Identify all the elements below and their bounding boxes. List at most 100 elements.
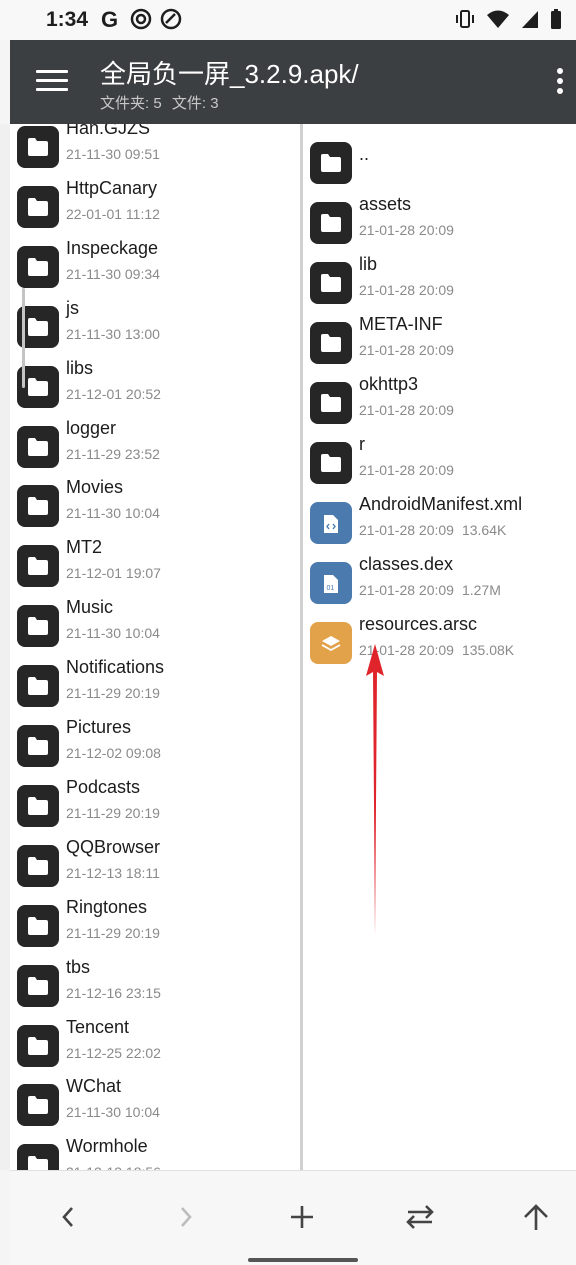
- right-file-pane[interactable]: .. assets 21-01-28 20:09 lib 21-01-28 20:09 M…: [303, 124, 576, 1170]
- more-options-icon[interactable]: [554, 68, 566, 98]
- menu-icon[interactable]: [36, 70, 68, 94]
- list-item[interactable]: Inspeckage 21-11-30 09:34: [10, 236, 300, 296]
- item-date: 21-12-25 22:02: [66, 1044, 161, 1061]
- item-meta: 21-11-29 23:52: [66, 446, 160, 462]
- item-date: 21-12-01 19:07: [66, 565, 161, 582]
- arrow-up-icon: [524, 1204, 548, 1230]
- item-date: 21-01-28 20:09: [359, 342, 454, 358]
- svg-text:01: 01: [327, 585, 335, 592]
- item-name: WChat: [66, 1076, 122, 1097]
- item-size: 135.08K: [461, 642, 515, 658]
- status-bar: 1:34 G: [0, 0, 576, 40]
- item-meta: 21-12-01 19:07: [66, 565, 161, 581]
- back-button[interactable]: [48, 1197, 88, 1237]
- item-date: 22-01-01 11:12: [66, 205, 160, 222]
- item-name: AndroidManifest.xml: [359, 494, 523, 514]
- folder-icon: [17, 784, 59, 827]
- folder-icon: [310, 142, 352, 184]
- item-meta: 21-12-25 22:02: [66, 1045, 161, 1061]
- list-item[interactable]: AndroidManifest.xml 21-01-28 20:09 13.64K: [303, 492, 576, 552]
- list-item[interactable]: libs 21-12-01 20:52: [10, 356, 300, 416]
- list-item[interactable]: assets 21-01-28 20:09: [303, 192, 576, 252]
- battery-icon: [551, 9, 561, 29]
- list-item[interactable]: logger 21-11-29 23:52: [10, 416, 300, 476]
- file-count: 文件: 3: [171, 95, 219, 112]
- item-meta: 21-12-13 18:11: [66, 865, 160, 881]
- item-name: Wormhole: [66, 1136, 148, 1157]
- list-item[interactable]: tbs 21-12-16 23:15: [10, 955, 300, 1015]
- swap-panes-button[interactable]: [400, 1197, 440, 1237]
- list-item[interactable]: MT2 21-12-01 19:07: [10, 535, 300, 595]
- scrollbar[interactable]: [22, 288, 25, 388]
- left-file-pane[interactable]: Han.GJZS 21-11-30 09:51 HttpCanary 22-01-01…: [10, 124, 300, 1170]
- folder-icon: [310, 202, 352, 244]
- list-item[interactable]: Podcasts 21-11-29 20:19: [10, 775, 300, 835]
- list-item[interactable]: Music 21-11-30 10:04: [10, 595, 300, 655]
- vibrate-icon: [456, 10, 474, 28]
- list-item[interactable]: js 21-11-30 13:00: [10, 296, 300, 356]
- bottom-toolbar: [10, 1170, 576, 1265]
- folder-icon: [17, 245, 59, 288]
- list-item[interactable]: WChat 21-11-30 10:04: [10, 1074, 300, 1134]
- item-date: 21-01-28 20:09: [359, 222, 454, 238]
- parent-directory-button[interactable]: [516, 1197, 556, 1237]
- list-item[interactable]: Han.GJZS 21-11-30 09:51: [10, 124, 300, 176]
- folder-icon: [17, 1144, 59, 1170]
- folder-icon: [17, 425, 59, 468]
- hotspot-icon: [130, 8, 152, 30]
- list-item[interactable]: 01 classes.dex 21-01-28 20:09 1.27M: [303, 552, 576, 612]
- item-name: MT2: [66, 537, 102, 558]
- list-item[interactable]: META-INF 21-01-28 20:09: [303, 312, 576, 372]
- arsc-file-icon: [310, 622, 352, 664]
- item-meta: 21-01-28 20:09 13.64K: [359, 522, 506, 538]
- item-name: Pictures: [66, 717, 132, 737]
- item-date: 21-11-30 10:04: [66, 625, 160, 642]
- item-meta: 21-12-16 23:15: [66, 985, 161, 1001]
- item-name: HttpCanary: [66, 177, 158, 198]
- item-size: 13.64K: [461, 522, 507, 538]
- folder-icon: [310, 382, 352, 424]
- item-name: logger: [66, 417, 117, 438]
- list-item[interactable]: Tencent 21-12-25 22:02: [10, 1015, 300, 1075]
- folder-icon: [310, 322, 352, 364]
- item-meta: 21-01-28 20:09: [359, 462, 462, 478]
- item-name: okhttp3: [359, 374, 419, 394]
- item-name: classes.dex: [359, 554, 454, 574]
- google-icon: G: [101, 8, 118, 30]
- item-date: 21-11-30 09:34: [66, 265, 160, 282]
- item-name: Movies: [66, 477, 124, 498]
- list-item[interactable]: resources.arsc 21-01-28 20:09 135.08K: [303, 612, 576, 672]
- status-notification-icons: G: [100, 8, 182, 30]
- signal-icon: [522, 11, 538, 28]
- item-date: 21-11-30 09:51: [66, 146, 160, 162]
- dex-file-icon: 01: [310, 562, 352, 604]
- list-item[interactable]: Pictures 21-12-02 09:08: [10, 715, 300, 775]
- list-item[interactable]: Ringtones 21-11-29 20:19: [10, 895, 300, 955]
- item-name: libs: [66, 357, 94, 378]
- list-item[interactable]: okhttp3 21-01-28 20:09: [303, 372, 576, 432]
- item-name: resources.arsc: [359, 614, 478, 634]
- forward-button[interactable]: [166, 1197, 206, 1237]
- gesture-nav-handle[interactable]: [248, 1258, 358, 1262]
- item-meta: 21-11-30 13:00: [66, 326, 160, 342]
- add-button[interactable]: [282, 1197, 322, 1237]
- list-item[interactable]: ..: [303, 132, 576, 192]
- list-item[interactable]: Wormhole21-12-13 18:56: [10, 1134, 300, 1170]
- item-date: 21-01-28 20:09: [359, 402, 454, 418]
- item-name: Music: [66, 597, 114, 618]
- item-date: 21-01-28 20:09: [359, 522, 454, 538]
- list-item[interactable]: HttpCanary 22-01-01 11:12: [10, 176, 300, 236]
- item-meta: 22-01-01 11:12: [66, 206, 160, 222]
- item-meta: 21-11-30 09:34: [66, 266, 160, 282]
- folder-icon: [17, 964, 59, 1007]
- list-item[interactable]: r 21-01-28 20:09: [303, 432, 576, 492]
- folder-icon: [17, 1024, 59, 1067]
- item-meta: 21-11-29 20:19: [66, 685, 160, 701]
- item-date: 21-12-02 09:08: [66, 745, 161, 761]
- folder-icon: [17, 485, 59, 528]
- list-item[interactable]: lib 21-01-28 20:09: [303, 252, 576, 312]
- list-item[interactable]: QQBrowser 21-12-13 18:11: [10, 835, 300, 895]
- item-date: 21-11-30 10:04: [66, 505, 160, 522]
- list-item[interactable]: Notifications 21-11-29 20:19: [10, 655, 300, 715]
- list-item[interactable]: Movies 21-11-30 10:04: [10, 475, 300, 535]
